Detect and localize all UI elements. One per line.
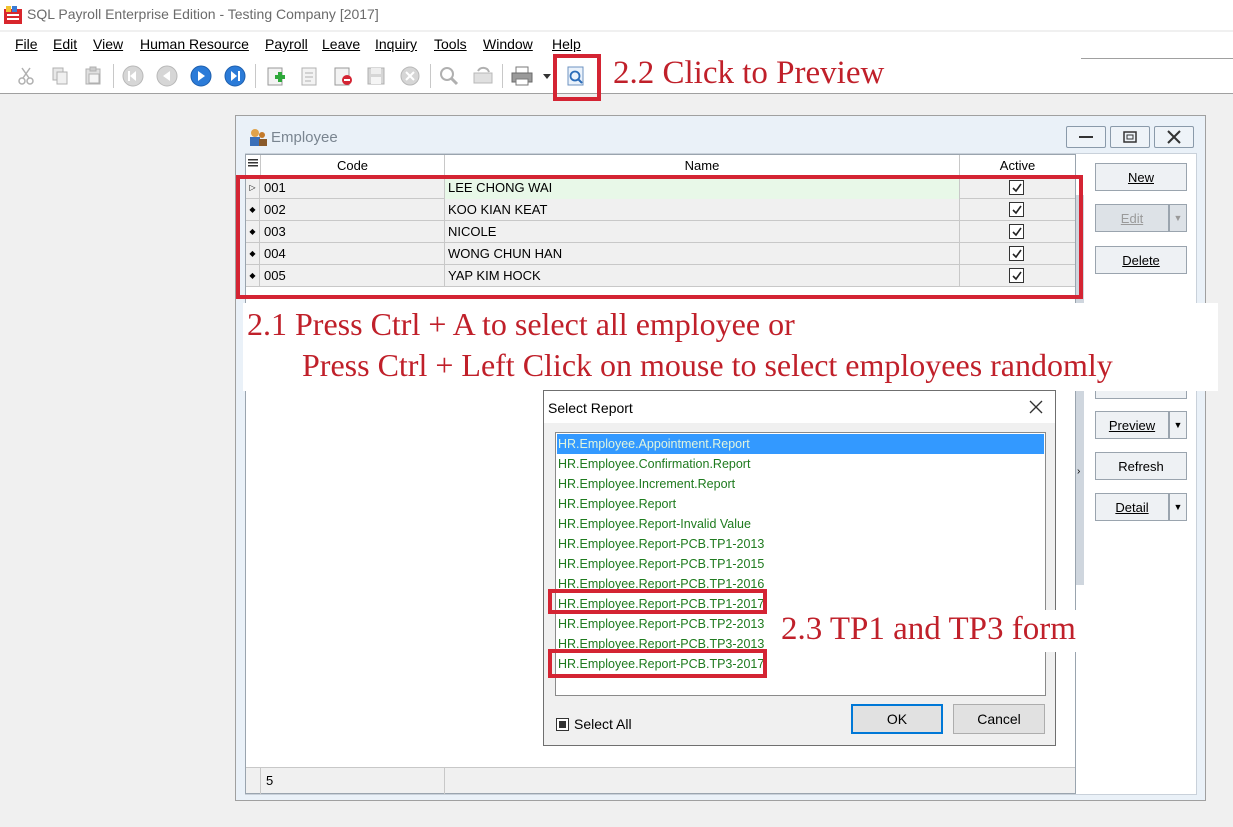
menu-label: Human Resource	[140, 36, 249, 52]
delete-button-label: Delete	[1122, 252, 1160, 268]
paste-icon[interactable]	[81, 64, 105, 88]
toolbar-separator	[502, 64, 503, 88]
menu-label: File	[15, 36, 38, 52]
ok-button[interactable]: OK	[851, 704, 943, 734]
toolbar-divider	[1081, 58, 1233, 59]
annotation-panel: 2.1 Press Ctrl + A to select all employe…	[243, 303, 1218, 391]
app-icon	[3, 5, 23, 25]
menu-file[interactable]: File	[15, 36, 38, 52]
refresh-button-label: Refresh	[1118, 458, 1164, 474]
menu-payroll[interactable]: Payroll	[265, 36, 308, 52]
new-button[interactable]: New	[1095, 163, 1187, 191]
cut-icon[interactable]	[14, 64, 38, 88]
menu-view[interactable]: View	[93, 36, 123, 52]
annotation-step-2-1-line-1: 2.1 Press Ctrl + A to select all employe…	[247, 306, 795, 342]
annotation-step-2-3: 2.3 TP1 and TP3 form	[781, 611, 1076, 647]
print-icon[interactable]	[510, 64, 534, 88]
employee-icon	[248, 127, 268, 147]
preview-highlight-box	[553, 54, 601, 101]
list-item[interactable]: HR.Employee.Increment.Report	[557, 474, 1044, 494]
refresh-button[interactable]: Refresh	[1095, 452, 1187, 480]
new-button-label: New	[1127, 169, 1154, 185]
edit-button-label: Edit	[1120, 210, 1144, 226]
column-header-code[interactable]: Code	[261, 155, 445, 177]
menu-help[interactable]: Help	[552, 36, 581, 52]
preview-button[interactable]: Preview	[1095, 411, 1169, 439]
first-record-icon[interactable]	[121, 64, 145, 88]
menu-window[interactable]: Window	[483, 36, 533, 52]
menu-inquiry[interactable]: Inquiry	[375, 36, 417, 52]
detail-button[interactable]: Detail	[1095, 493, 1169, 521]
edit-icon[interactable]	[297, 64, 321, 88]
list-item[interactable]: HR.Employee.Report-Invalid Value	[557, 514, 1044, 534]
delete-icon[interactable]	[331, 64, 355, 88]
toolbar-separator	[255, 64, 256, 88]
menu-label: Payroll	[265, 36, 308, 52]
window-title: SQL Payroll Enterprise Edition - Testing…	[27, 6, 379, 22]
annotation-step-2-1-line-2: Press Ctrl + Left Click on mouse to sele…	[302, 347, 1113, 383]
select-all-label: Select All	[574, 716, 632, 732]
toolbar-separator	[113, 64, 114, 88]
close-window-button[interactable]	[1154, 126, 1194, 148]
menu-label: Window	[483, 36, 533, 52]
select-report-dialog: Select Report HR.Employee.Appointment.Re…	[543, 390, 1056, 746]
detail-dropdown-icon[interactable]: ▼	[1169, 493, 1187, 521]
tp1-highlight-box	[548, 589, 767, 614]
record-count: 5	[260, 768, 445, 794]
menu-label: Leave	[322, 36, 361, 52]
close-icon[interactable]	[1026, 397, 1046, 417]
employee-window-title: Employee	[271, 129, 338, 146]
list-item[interactable]: HR.Employee.Report-PCB.TP1-2013	[557, 534, 1044, 554]
detail-button-label: Detail	[1115, 499, 1149, 515]
collapse-arrow-icon[interactable]: ›	[1077, 466, 1080, 477]
refresh-icon[interactable]	[471, 64, 495, 88]
list-item[interactable]: HR.Employee.Appointment.Report	[557, 434, 1044, 454]
minimize-button[interactable]	[1066, 126, 1106, 148]
copy-icon[interactable]	[48, 64, 72, 88]
edit-button[interactable]: Edit	[1095, 204, 1169, 232]
next-record-icon[interactable]	[189, 64, 213, 88]
menu-leave[interactable]: Leave	[322, 36, 360, 52]
annotation-panel: 2.3 TP1 and TP3 form	[775, 610, 1185, 652]
list-item[interactable]: HR.Employee.Confirmation.Report	[557, 454, 1044, 474]
menu-label: View	[93, 36, 124, 52]
title-bar: SQL Payroll Enterprise Edition - Testing…	[0, 0, 1233, 30]
grid-footer: 5	[246, 767, 1075, 794]
dialog-title-bar: Select Report	[544, 391, 1055, 423]
menu-label: Tools	[434, 36, 467, 52]
cancel-icon[interactable]	[398, 64, 422, 88]
menu-label: Edit	[53, 36, 78, 52]
menu-edit[interactable]: Edit	[53, 36, 77, 52]
select-all-checkbox[interactable]: Select All	[556, 716, 632, 732]
list-item[interactable]: HR.Employee.Report	[557, 494, 1044, 514]
preview-dropdown-icon[interactable]: ▼	[1169, 411, 1187, 439]
menu-tools[interactable]: Tools	[434, 36, 467, 52]
column-header-active[interactable]: Active	[960, 155, 1075, 177]
checkbox-icon[interactable]	[556, 717, 569, 731]
print-dropdown-icon[interactable]	[540, 64, 554, 88]
grid-menu-icon[interactable]	[246, 155, 261, 177]
cancel-button[interactable]: Cancel	[953, 704, 1045, 734]
menu-label: Inquiry	[375, 36, 418, 52]
edit-dropdown-icon[interactable]: ▼	[1169, 204, 1187, 232]
maximize-button[interactable]	[1110, 126, 1150, 148]
dialog-title: Select Report	[548, 400, 633, 416]
find-icon[interactable]	[437, 64, 461, 88]
delete-button[interactable]: Delete	[1095, 246, 1187, 274]
last-record-icon[interactable]	[223, 64, 247, 88]
annotation-step-2-2: 2.2 Click to Preview	[613, 55, 885, 91]
prior-record-icon[interactable]	[155, 64, 179, 88]
menu-human-resource[interactable]: Human Resource	[140, 36, 249, 52]
column-header-name[interactable]: Name	[445, 155, 960, 177]
add-icon[interactable]	[264, 64, 288, 88]
list-item[interactable]: HR.Employee.Report-PCB.TP1-2015	[557, 554, 1044, 574]
menu-label: Help	[552, 36, 581, 52]
preview-button-label: Preview	[1108, 417, 1156, 433]
toolbar-separator	[430, 64, 431, 88]
tp3-highlight-box	[548, 649, 767, 678]
save-icon[interactable]	[364, 64, 388, 88]
rows-highlight-box	[236, 175, 1083, 299]
